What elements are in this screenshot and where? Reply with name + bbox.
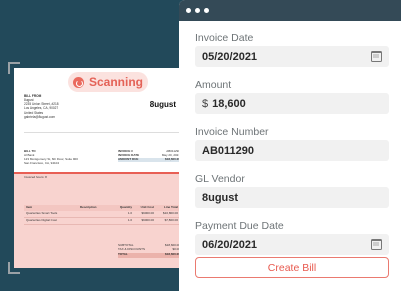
gl-vendor-input[interactable]: 8ugust [195,187,389,208]
payment-due-date-label: Payment Due Date [195,220,284,232]
calendar-icon[interactable] [371,51,382,62]
invoice-from: BILL FROM 8ugust 2235 Union Street, #218… [24,94,59,119]
amount-value: 18,600 [212,97,246,110]
column-header: Item [26,205,33,209]
cell: Quarterlies Smart Tools [26,210,58,215]
totals-row-total: TOTAL $18,600.00 [118,252,180,258]
scanning-badge: Scanning [68,72,148,92]
meta-row-amount-due: AMOUNT DUE $18,600.00 [118,156,180,162]
invoice-date-field: Invoice Date 05/20/2021 [195,31,389,78]
amount-field: Amount $ 18,600 [195,78,389,125]
invoice-date-input[interactable]: 05/20/2021 [195,46,389,67]
cell: 1.0 [127,217,132,222]
cell: $10,800.00 [162,210,178,215]
totals-key: TOTAL [118,252,128,257]
invoice-bill-to: BILL TO Al Bank 123 Montgomery St, 6th F… [24,149,78,166]
billto-line: San Francisco, CA, 94104 [24,160,60,165]
meta-value: $18,600.00 [164,156,180,161]
cell: $9000.00 [141,217,154,222]
cell [80,219,114,223]
invoice-date-value: 05/20/2021 [202,50,258,63]
scan-spinner-icon [72,76,84,88]
scan-frame-corner [8,262,20,274]
column-header: Description [80,205,97,209]
gl-vendor-value: 8ugust [202,191,239,204]
amount-label: Amount [195,79,232,91]
invoice-number-field: Invoice Number AB011290 [195,125,389,172]
bill-form-window: Invoice Date 05/20/2021 Amount $ 18,600 … [179,0,401,291]
invoice-number-value: AB011290 [202,144,254,157]
cell: $9000.00 [141,210,154,215]
invoice-number-label: Invoice Number [195,126,269,138]
invoice-notes: Invoiced hours: 8 [24,175,47,179]
gl-vendor-field: GL Vendor 8ugust [195,172,389,219]
scanning-label: Scanning [88,75,143,89]
invoice-meta: INVOICE # AB011290 INVOICE DATE May 20, … [118,149,180,162]
window-titlebar [179,0,401,21]
column-header: Quantity [119,205,132,209]
invoice-line-items: Item Description Quantity Unit Cost Line… [24,205,180,225]
divider [24,132,180,133]
window-maximize-button[interactable] [204,8,209,13]
meta-key: AMOUNT DUE [118,156,139,161]
invoice-totals: SUBTOTAL $18,600.00 TAX & DISCOUNTS $0.0… [118,243,180,258]
cell: Quarterlies Digital Cost [26,217,57,222]
window-close-button[interactable] [186,8,191,13]
amount-input[interactable]: $ 18,600 [195,93,389,114]
cell: $7,800.00 [164,217,178,222]
payment-due-date-value: 06/20/2021 [202,238,258,251]
create-bill-button[interactable]: Create Bill [195,257,389,278]
payment-due-date-input[interactable]: 06/20/2021 [195,234,389,255]
column-header: Unit Cost [140,205,154,209]
totals-value: $18,600.00 [164,252,180,257]
column-header: Line Total [164,205,178,209]
from-line: gabriela@8ugust.com [24,114,56,119]
invoice-number-input[interactable]: AB011290 [195,140,389,161]
scan-line [14,172,190,174]
scanned-invoice: Scanning BILL FROM 8ugust 2235 Union Str… [8,62,196,274]
calendar-icon[interactable] [371,239,382,250]
invoice-document: Scanning BILL FROM 8ugust 2235 Union Str… [14,68,190,268]
scan-frame-corner [8,62,20,74]
currency-prefix: $ [202,97,209,110]
window-minimize-button[interactable] [195,8,200,13]
cell [80,212,114,216]
cell: 1.0 [127,210,132,215]
gl-vendor-label: GL Vendor [195,173,245,185]
table-row: Quarterlies Digital Cost 1.0 $9000.00 $7… [24,218,180,225]
bill-form: Invoice Date 05/20/2021 Amount $ 18,600 … [195,31,389,266]
invoice-brand-logo: 8ugust [149,100,176,109]
invoice-date-label: Invoice Date [195,32,254,44]
table-row: Quarterlies Smart Tools 1.0 $9000.00 $10… [24,211,180,218]
